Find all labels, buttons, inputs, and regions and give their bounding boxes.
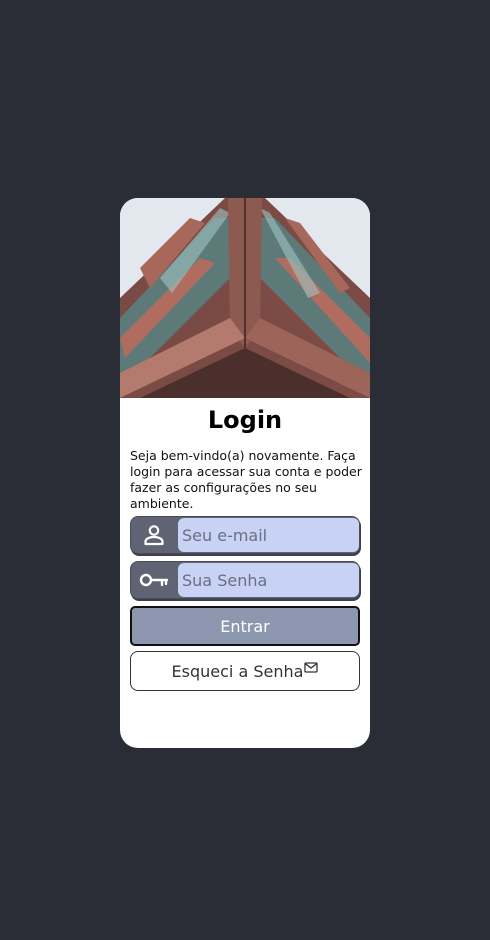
password-input[interactable] xyxy=(178,563,359,597)
page-title: Login xyxy=(207,406,283,434)
password-field xyxy=(130,561,360,599)
welcome-text: Seja bem-vindo(a) novamente. Faça login … xyxy=(130,448,362,511)
email-field xyxy=(130,516,360,554)
login-card: Login Seja bem-vindo(a) novamente. Faça … xyxy=(120,198,370,748)
email-input[interactable] xyxy=(178,518,359,552)
hero-image xyxy=(120,198,370,398)
forgot-password-button[interactable]: Esqueci a Senha xyxy=(130,651,360,691)
key-icon xyxy=(131,562,177,598)
mail-icon xyxy=(304,661,319,673)
forgot-password-label: Esqueci a Senha xyxy=(171,661,304,681)
user-icon xyxy=(131,517,177,553)
login-button[interactable]: Entrar xyxy=(130,606,360,646)
